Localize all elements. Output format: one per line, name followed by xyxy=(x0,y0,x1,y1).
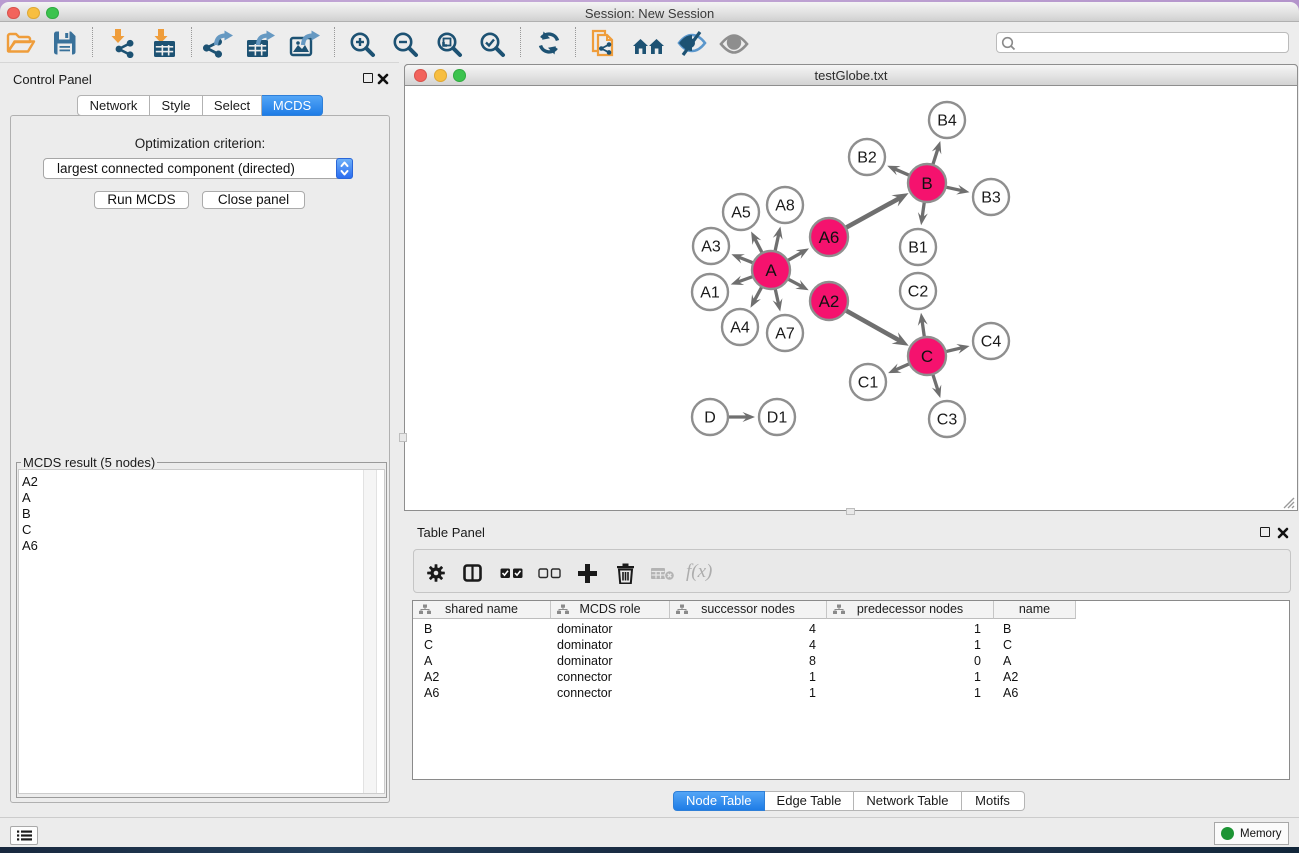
svg-text:C2: C2 xyxy=(908,284,929,301)
svg-text:A6: A6 xyxy=(819,228,840,247)
svg-text:A4: A4 xyxy=(730,320,750,337)
svg-text:D1: D1 xyxy=(767,410,788,427)
svg-text:A: A xyxy=(765,261,777,280)
svg-text:B: B xyxy=(921,174,932,193)
svg-text:A2: A2 xyxy=(819,292,840,311)
svg-text:D: D xyxy=(704,410,716,427)
svg-text:B1: B1 xyxy=(908,240,928,257)
svg-text:A5: A5 xyxy=(731,205,751,222)
svg-text:B2: B2 xyxy=(857,150,877,167)
svg-text:A7: A7 xyxy=(775,326,795,343)
svg-text:A8: A8 xyxy=(775,198,795,215)
svg-text:C3: C3 xyxy=(937,412,958,429)
svg-text:A1: A1 xyxy=(700,285,720,302)
svg-text:A3: A3 xyxy=(701,239,721,256)
svg-text:C: C xyxy=(921,347,933,366)
svg-text:B3: B3 xyxy=(981,190,1001,207)
svg-text:C4: C4 xyxy=(981,334,1002,351)
svg-text:C1: C1 xyxy=(858,375,879,392)
svg-text:B4: B4 xyxy=(937,113,957,130)
